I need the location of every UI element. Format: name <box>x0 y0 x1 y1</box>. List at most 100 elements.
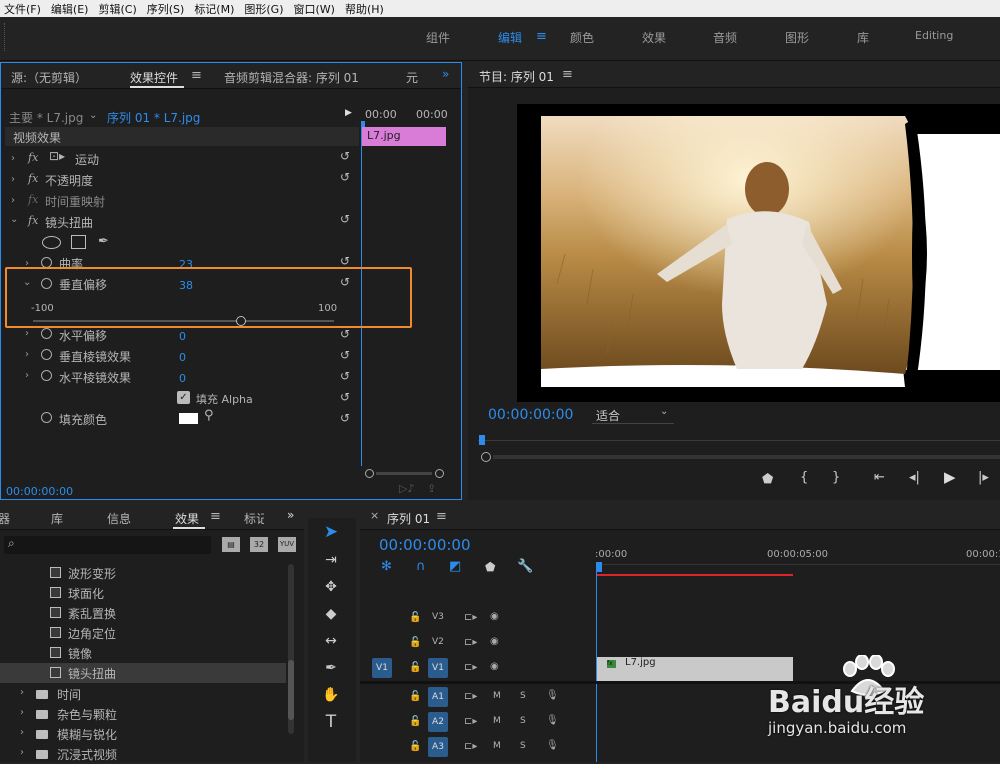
track-target-a2[interactable]: A2 <box>428 712 448 732</box>
nest-icon[interactable]: ✻ <box>381 559 392 574</box>
reset-icon[interactable]: ↺ <box>340 348 353 362</box>
microphone-icon[interactable]: 🎙 <box>546 690 559 701</box>
type-tool-icon[interactable]: T <box>318 710 344 734</box>
transform-icon[interactable]: ⊡▸ <box>49 149 65 163</box>
sync-lock-icon[interactable]: ⊏▸ <box>464 716 477 727</box>
master-clip-label[interactable]: 主要 * L7.jpg <box>9 109 83 126</box>
menu-sequence[interactable]: 序列(S) <box>147 1 185 17</box>
stopwatch-icon[interactable] <box>41 370 52 381</box>
track-target-a3[interactable]: A3 <box>428 737 448 757</box>
lock-icon[interactable]: 🔓 <box>409 691 421 702</box>
workspace-tab-editing-en[interactable]: Editing <box>915 29 953 42</box>
hamburger-icon[interactable]: ≡ <box>536 29 547 44</box>
timeline-timecode[interactable]: 00:00:00:00 <box>379 536 471 554</box>
reset-icon[interactable]: ↺ <box>340 254 353 268</box>
tab-menu-icon[interactable]: ≡ <box>210 509 221 524</box>
overflow-icon[interactable]: » <box>442 67 449 81</box>
param-horizontal-offset-value[interactable]: 0 <box>179 330 186 343</box>
eye-icon[interactable]: ◉ <box>490 661 499 672</box>
lock-icon[interactable]: 🔓 <box>409 637 421 648</box>
pen-mask-icon[interactable]: ✒ <box>98 234 109 249</box>
stopwatch-icon[interactable] <box>41 349 52 360</box>
track-select-tool-icon[interactable]: ⇥ <box>318 548 344 572</box>
marker-icon[interactable]: ⬟ <box>485 560 495 574</box>
panel-menu-icon[interactable]: ≡ <box>562 67 573 82</box>
chevron-right-icon[interactable]: › <box>11 174 15 185</box>
chevron-right-icon[interactable]: › <box>11 195 15 206</box>
param-horizontal-prism-value[interactable]: 0 <box>179 372 186 385</box>
play-icon[interactable]: ▶ <box>944 468 956 486</box>
step-forward-icon[interactable]: |▸ <box>978 470 989 485</box>
workspace-tab-effects[interactable]: 效果 <box>642 29 666 46</box>
tab-menu-icon[interactable]: ≡ <box>191 68 202 83</box>
fit-dropdown[interactable]: 适合 ⌄ <box>592 406 674 424</box>
program-title[interactable]: 节目: 序列 01 <box>479 68 554 85</box>
stopwatch-icon[interactable] <box>41 328 52 339</box>
list-item[interactable]: › 时间 <box>0 684 300 704</box>
fx-icon[interactable]: fx <box>28 151 38 164</box>
tab-source[interactable]: 源:（无剪辑） <box>11 69 87 86</box>
list-item[interactable]: › 沉浸式视频 <box>0 744 300 764</box>
hand-tool-icon[interactable]: ✋ <box>318 683 344 707</box>
menu-window[interactable]: 窗口(W) <box>294 1 335 17</box>
track-target-v1[interactable]: V1 <box>428 658 448 678</box>
reset-icon[interactable]: ↺ <box>340 170 353 184</box>
solo-button[interactable]: S <box>520 741 526 751</box>
menu-file[interactable]: 文件(F) <box>4 1 41 17</box>
chevron-right-icon[interactable]: › <box>25 349 29 360</box>
work-area-bar[interactable] <box>596 574 793 576</box>
track-label[interactable]: V3 <box>432 612 444 622</box>
rectangle-mask-icon[interactable] <box>71 235 86 249</box>
fill-alpha-checkbox[interactable]: ✓ <box>177 391 190 404</box>
list-item[interactable]: › 模糊与锐化 <box>0 724 300 744</box>
tab-libraries[interactable]: 库 <box>51 510 63 527</box>
32bit-effects-icon[interactable]: 32 <box>250 537 268 552</box>
list-item[interactable]: › 杂色与颗粒 <box>0 704 300 724</box>
program-zoom-scrollbar[interactable] <box>493 455 1000 459</box>
mark-out-icon[interactable]: } <box>832 470 840 485</box>
play-triangle-icon[interactable]: ▶ <box>345 108 352 118</box>
overflow-icon[interactable]: » <box>287 508 294 522</box>
list-item-selected[interactable]: 镜头扭曲 <box>0 663 286 683</box>
eye-icon[interactable]: ◉ <box>490 611 499 622</box>
panel-menu-icon[interactable]: ≡ <box>436 509 447 524</box>
program-playhead-icon[interactable] <box>479 435 485 445</box>
list-item[interactable]: 边角定位 <box>0 623 300 643</box>
mute-button[interactable]: M <box>493 741 501 751</box>
menu-edit[interactable]: 编辑(E) <box>51 1 89 17</box>
go-to-in-icon[interactable]: ⇤ <box>874 470 885 485</box>
mini-zoom-scrollbar[interactable] <box>365 469 445 479</box>
timeline-ruler[interactable] <box>596 564 1000 572</box>
chevron-right-icon[interactable]: › <box>25 370 29 381</box>
chevron-right-icon[interactable]: › <box>25 328 29 339</box>
tab-effects[interactable]: 效果 <box>175 510 199 527</box>
fx-icon[interactable]: fx <box>28 214 38 227</box>
param-vertical-prism-value[interactable]: 0 <box>179 351 186 364</box>
reset-icon[interactable]: ↺ <box>340 212 353 226</box>
program-time-ruler[interactable] <box>478 440 1000 452</box>
reset-icon[interactable]: ↺ <box>340 390 353 404</box>
slip-tool-icon[interactable]: ↔ <box>318 629 344 653</box>
linked-selection-icon[interactable]: ◩ <box>449 559 461 574</box>
solo-button[interactable]: S <box>520 691 526 701</box>
chevron-right-icon[interactable]: › <box>11 153 15 164</box>
mark-in-icon[interactable]: { <box>800 470 808 485</box>
stopwatch-icon[interactable] <box>41 412 52 423</box>
step-back-icon[interactable]: ◂| <box>909 470 920 485</box>
yuv-effects-icon[interactable]: YUV <box>278 537 296 552</box>
eyedropper-icon[interactable]: ⚲ <box>204 408 214 423</box>
ellipse-mask-icon[interactable] <box>42 236 61 249</box>
tab-info[interactable]: 信息 <box>107 510 131 527</box>
menu-clip[interactable]: 剪辑(C) <box>98 1 136 17</box>
accelerated-effects-icon[interactable]: ▤ <box>222 537 240 552</box>
mute-button[interactable]: M <box>493 691 501 701</box>
fx-icon[interactable]: fx <box>28 172 38 185</box>
wrench-icon[interactable]: 🔧 <box>517 559 533 574</box>
tab-effect-controls[interactable]: 效果控件 <box>130 69 178 86</box>
list-item[interactable]: 球面化 <box>0 583 300 603</box>
solo-button[interactable]: S <box>520 716 526 726</box>
workspace-tab-color[interactable]: 颜色 <box>570 29 594 46</box>
sync-lock-icon[interactable]: ⊏▸ <box>464 691 477 702</box>
workspace-tab-audio[interactable]: 音频 <box>713 29 737 46</box>
workspace-tab-libraries[interactable]: 库 <box>857 29 869 46</box>
